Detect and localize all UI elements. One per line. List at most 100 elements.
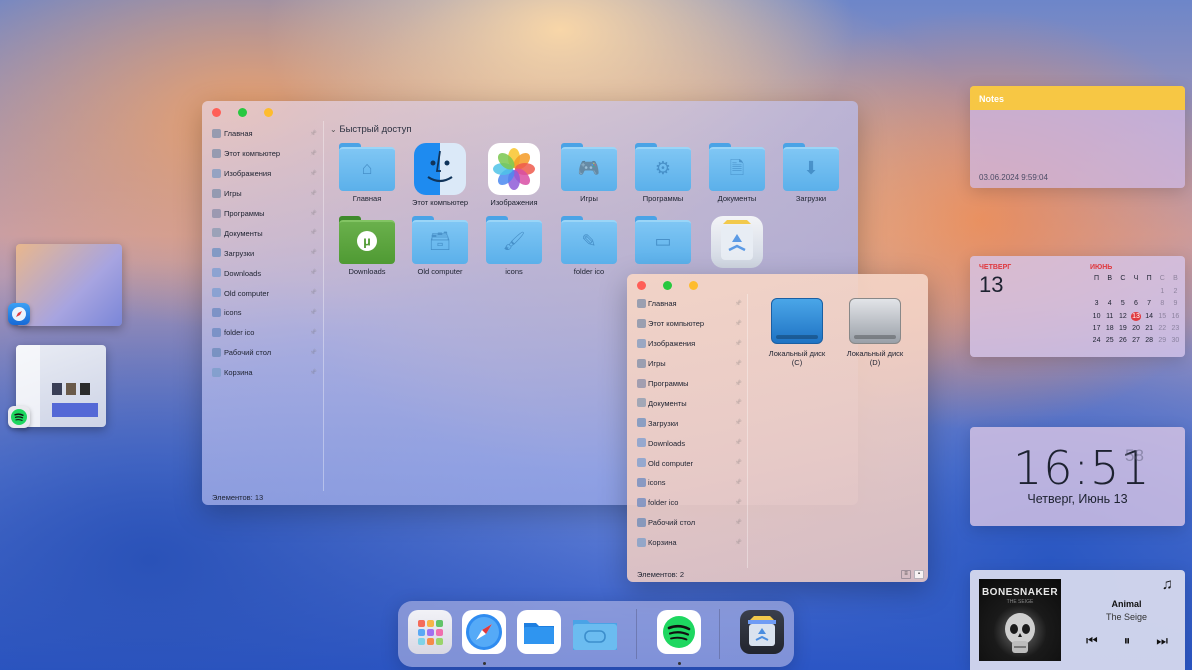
pause-icon[interactable]: ⏸: [1124, 633, 1131, 649]
sidebar-item[interactable]: Downloads 📌: [202, 263, 323, 283]
recycle-bin-icon[interactable]: [740, 610, 784, 654]
calendar-date[interactable]: 21: [1143, 324, 1156, 333]
sidebar-item[interactable]: Old computer 📌: [202, 283, 323, 303]
pin-icon[interactable]: 📌: [735, 320, 742, 327]
calendar-date[interactable]: 28: [1143, 336, 1156, 345]
grid-item[interactable]: 🗎 Документы: [702, 143, 772, 203]
pin-icon[interactable]: 📌: [310, 349, 317, 356]
sidebar-item[interactable]: folder ico 📌: [202, 323, 323, 343]
sidebar-item[interactable]: Главная 📌: [627, 294, 747, 314]
drive-d[interactable]: Локальный диск (D): [835, 298, 915, 367]
pin-icon[interactable]: 📌: [310, 210, 317, 217]
calendar-date[interactable]: 15: [1156, 312, 1169, 321]
calendar-date[interactable]: 2: [1169, 287, 1182, 296]
sidebar-item[interactable]: icons 📌: [627, 473, 747, 493]
pin-icon[interactable]: 📌: [735, 340, 742, 347]
pin-icon[interactable]: 📌: [735, 360, 742, 367]
games-folder-icon[interactable]: [571, 610, 617, 654]
pin-icon[interactable]: 📌: [735, 300, 742, 307]
grid-item[interactable]: 🖌 icons: [479, 216, 549, 276]
grid-item[interactable]: 🎮 Игры: [554, 143, 624, 203]
pin-icon[interactable]: 📌: [310, 229, 317, 236]
calendar-date[interactable]: 18: [1103, 324, 1116, 333]
grid-item[interactable]: ⌂ Главная: [332, 143, 402, 203]
calendar-date[interactable]: 9: [1169, 299, 1182, 308]
sidebar-item[interactable]: Игры 📌: [202, 184, 323, 204]
calendar-date[interactable]: 29: [1156, 336, 1169, 345]
sidebar-item[interactable]: icons 📌: [202, 303, 323, 323]
calendar-date[interactable]: 10: [1090, 312, 1103, 321]
calendar-date[interactable]: 13: [1130, 311, 1142, 321]
calendar-date[interactable]: 26: [1116, 336, 1129, 345]
grid-item[interactable]: ✎ folder ico: [554, 216, 624, 276]
calendar-date[interactable]: 7: [1143, 299, 1156, 308]
close-button[interactable]: [212, 108, 221, 117]
safari-icon[interactable]: [462, 610, 506, 654]
album-art[interactable]: BONESNAKER THE SEIGE: [979, 579, 1061, 661]
breadcrumb[interactable]: ⌄ Быстрый доступ: [330, 124, 412, 135]
sidebar-item[interactable]: Документы 📌: [627, 393, 747, 413]
grid-item[interactable]: [702, 216, 772, 271]
calendar-date[interactable]: 27: [1129, 336, 1142, 345]
calendar-date[interactable]: 20: [1129, 324, 1142, 333]
next-icon[interactable]: ⏭: [1156, 633, 1168, 649]
list-view-icon[interactable]: ≡: [901, 570, 911, 579]
sidebar-item[interactable]: Изображения 📌: [202, 164, 323, 184]
calendar-date[interactable]: 5: [1116, 299, 1129, 308]
pin-icon[interactable]: 📌: [310, 269, 317, 276]
sidebar-item[interactable]: Old computer 📌: [627, 453, 747, 473]
calendar-date[interactable]: 23: [1169, 324, 1182, 333]
pin-icon[interactable]: 📌: [310, 329, 317, 336]
pin-icon[interactable]: 📌: [310, 130, 317, 137]
pin-icon[interactable]: 📌: [735, 399, 742, 406]
sidebar-item[interactable]: Корзина 📌: [202, 363, 323, 383]
calendar-date[interactable]: 19: [1116, 324, 1129, 333]
calendar-date[interactable]: 16: [1169, 312, 1182, 321]
sidebar-item[interactable]: Изображения 📌: [627, 334, 747, 354]
calendar-date[interactable]: 1: [1156, 287, 1169, 296]
calendar-date[interactable]: 22: [1156, 324, 1169, 333]
minimize-button[interactable]: [663, 281, 672, 290]
calendar-date[interactable]: 24: [1090, 336, 1103, 345]
maximize-button[interactable]: [689, 281, 698, 290]
sidebar-item[interactable]: Загрузки 📌: [627, 413, 747, 433]
pin-icon[interactable]: 📌: [735, 519, 742, 526]
pin-icon[interactable]: 📌: [310, 190, 317, 197]
calendar-date[interactable]: 11: [1103, 312, 1116, 321]
sidebar-item[interactable]: Корзина 📌: [627, 533, 747, 553]
pin-icon[interactable]: 📌: [310, 369, 317, 376]
sidebar-item[interactable]: Рабочий стол 📌: [627, 513, 747, 533]
close-button[interactable]: [637, 281, 646, 290]
grid-item[interactable]: ⬇ Загрузки: [776, 143, 846, 203]
pin-icon[interactable]: 📌: [310, 289, 317, 296]
pin-icon[interactable]: 📌: [310, 249, 317, 256]
launchpad-icon[interactable]: [408, 610, 452, 654]
drive-c[interactable]: Локальный диск (C): [757, 298, 837, 367]
explorer-window-this-pc[interactable]: Главная 📌 Этот компьютер 📌 Изображения 📌 Игры 📌…: [627, 274, 928, 582]
grid-item[interactable]: 🗃 Old computer: [405, 216, 475, 276]
grid-item[interactable]: ▭: [628, 216, 698, 267]
grid-item[interactable]: µ Downloads: [332, 216, 402, 276]
calendar-date[interactable]: 4: [1103, 299, 1116, 308]
calendar-widget[interactable]: ЧЕТВЕРГ 13 ИЮНЬ П В С Ч П С В 1 2 3 4 5 6 7 8 9 10 11 12 13…: [970, 256, 1185, 357]
sidebar-item[interactable]: Этот компьютер 📌: [627, 314, 747, 334]
pin-icon[interactable]: 📌: [735, 459, 742, 466]
files-icon[interactable]: [517, 610, 561, 654]
grid-item[interactable]: Этот компьютер: [405, 143, 475, 207]
calendar-date[interactable]: 25: [1103, 336, 1116, 345]
sidebar-item[interactable]: Рабочий стол 📌: [202, 343, 323, 363]
pin-icon[interactable]: 📌: [735, 439, 742, 446]
sidebar-item[interactable]: Игры 📌: [627, 354, 747, 374]
pin-icon[interactable]: 📌: [735, 539, 742, 546]
pin-icon[interactable]: 📌: [735, 479, 742, 486]
pin-icon[interactable]: 📌: [310, 150, 317, 157]
calendar-date[interactable]: 30: [1169, 336, 1182, 345]
pin-icon[interactable]: 📌: [735, 419, 742, 426]
grid-view-icon[interactable]: ▪: [914, 570, 924, 579]
sidebar-item[interactable]: Этот компьютер 📌: [202, 144, 323, 164]
calendar-date[interactable]: 3: [1090, 299, 1103, 308]
grid-item[interactable]: Изображения: [479, 143, 549, 207]
calendar-date[interactable]: 14: [1143, 312, 1156, 321]
sidebar-item[interactable]: Downloads 📌: [627, 433, 747, 453]
pin-icon[interactable]: 📌: [735, 380, 742, 387]
